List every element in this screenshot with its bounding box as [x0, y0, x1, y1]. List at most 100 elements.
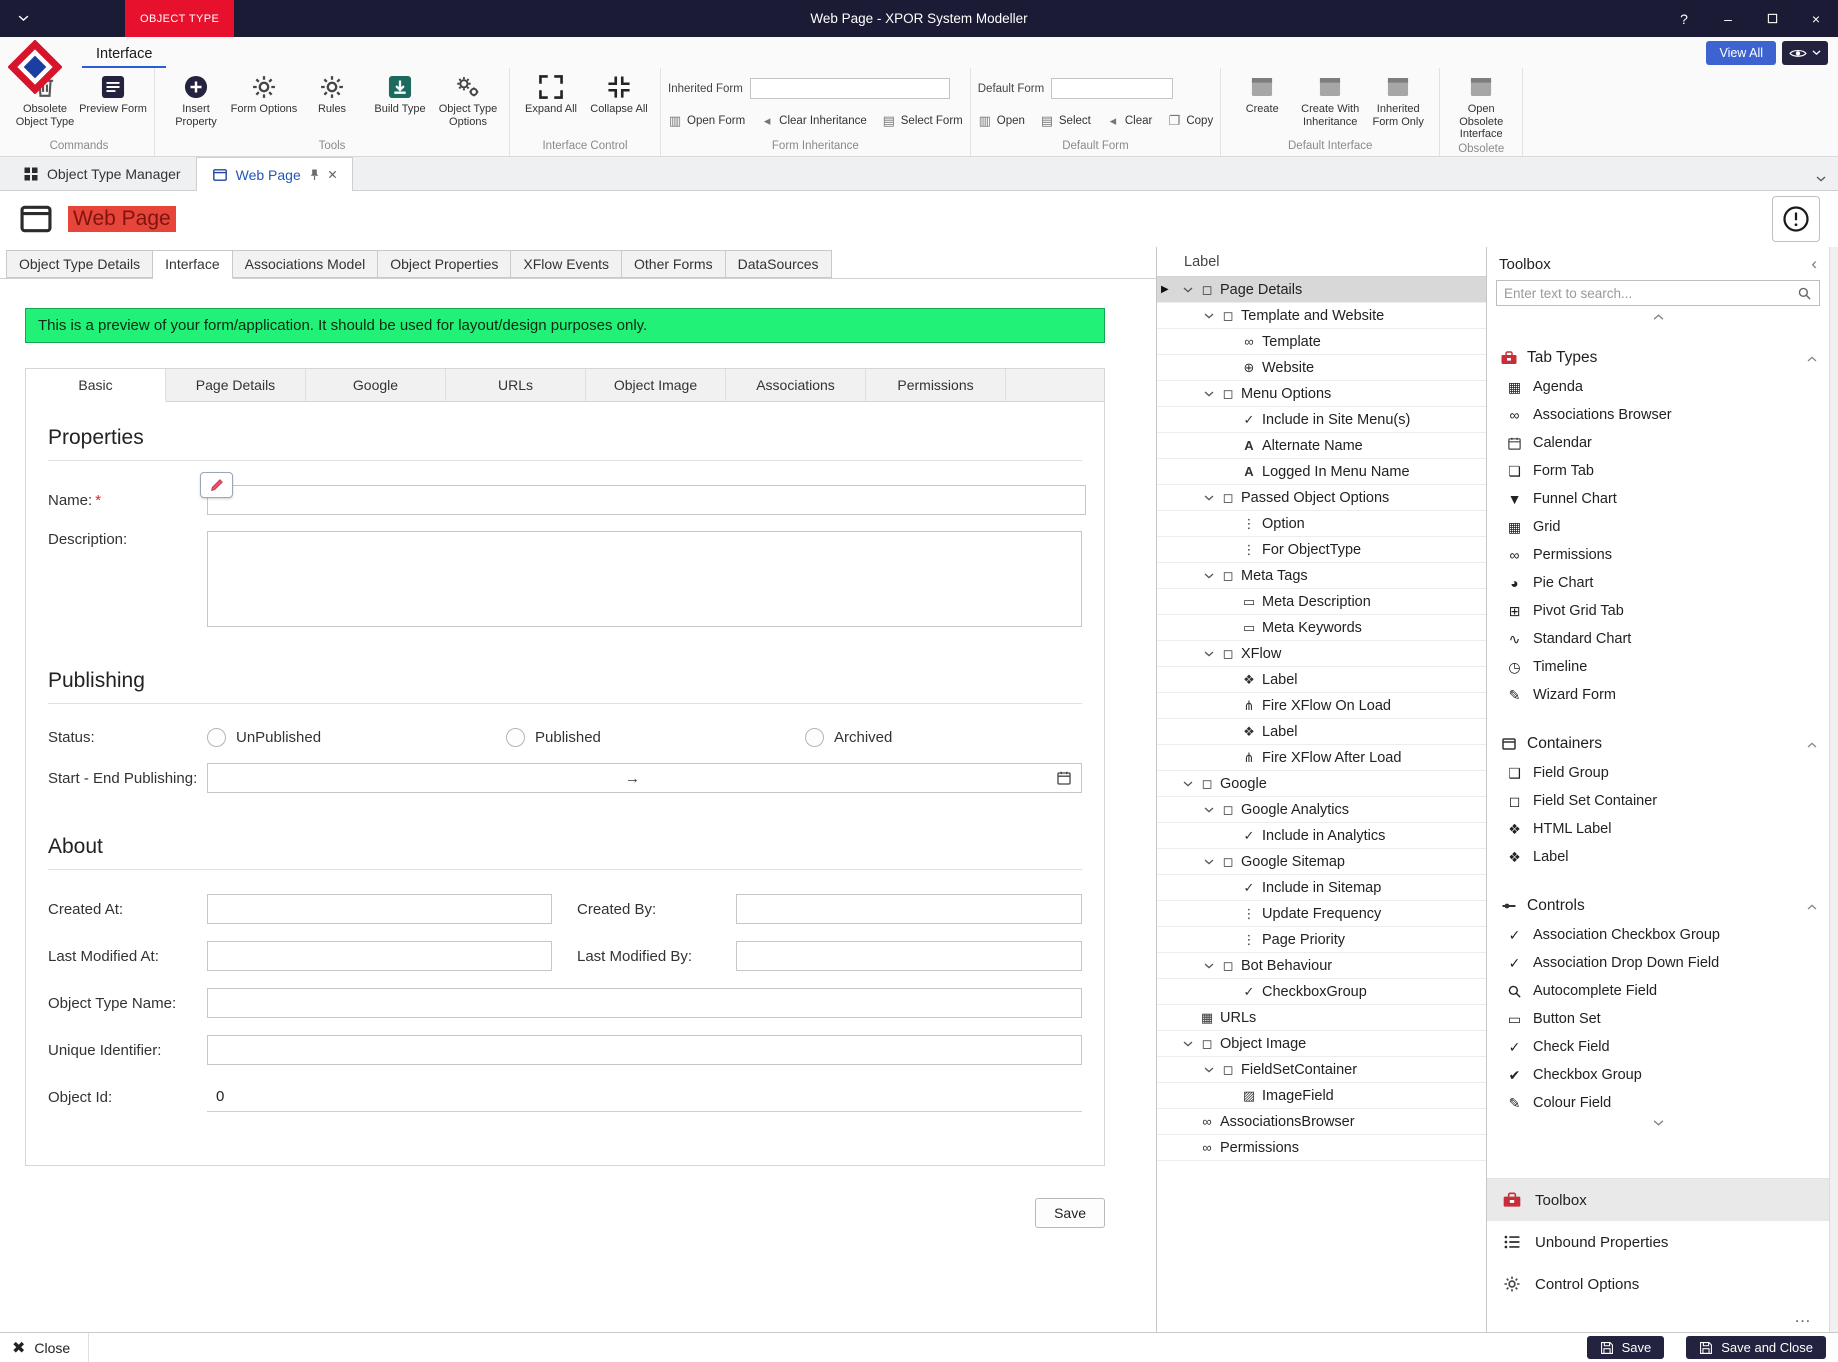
ribbon-tab-interface[interactable]: Interface: [82, 41, 166, 68]
document-tab-object-type-manager[interactable]: Object Type Manager: [8, 157, 196, 190]
ribbon-button-expand-all[interactable]: Expand All: [517, 71, 585, 138]
tab-xflow-events[interactable]: XFlow Events: [511, 250, 622, 278]
unique-identifier-input[interactable]: [207, 1035, 1082, 1065]
tree-row-google-sitemap[interactable]: ◻Google Sitemap: [1157, 849, 1486, 875]
radio-unpublished[interactable]: UnPublished: [207, 728, 506, 747]
toolbox-item-pie-chart[interactable]: ◕Pie Chart: [1487, 569, 1829, 597]
chevron-down-icon[interactable]: [1200, 807, 1218, 813]
tree-row-permissions[interactable]: ∞Permissions: [1157, 1135, 1486, 1161]
toolbox-section-header-tab-types[interactable]: Tab Types: [1487, 343, 1829, 373]
ribbon-button-select-form[interactable]: ▤Select Form: [882, 114, 963, 127]
chevron-down-icon[interactable]: [1200, 313, 1218, 319]
panel-switcher-control-options[interactable]: Control Options: [1487, 1263, 1829, 1305]
toolbox-item-association-checkbox-group[interactable]: ✓Association Checkbox Group: [1487, 921, 1829, 949]
toolbox-item-association-drop-down-field[interactable]: ✓Association Drop Down Field: [1487, 949, 1829, 977]
chevron-down-icon[interactable]: [1179, 287, 1197, 293]
validation-alert-button[interactable]: [1772, 196, 1820, 242]
toolbox-item-timeline[interactable]: ◷Timeline: [1487, 653, 1829, 681]
radio-published[interactable]: Published: [506, 728, 805, 747]
preview-tab-google[interactable]: Google: [306, 369, 446, 401]
radio-archived[interactable]: Archived: [805, 728, 1104, 747]
document-tab-web-page[interactable]: Web Page: [196, 157, 353, 191]
start-end-publishing-field[interactable]: →: [207, 763, 1082, 793]
name-input[interactable]: [207, 485, 1086, 515]
tree-row-meta-keywords[interactable]: ▭Meta Keywords: [1157, 615, 1486, 641]
preview-tab-page-details[interactable]: Page Details: [166, 369, 306, 401]
tree-row-label[interactable]: ❖Label: [1157, 667, 1486, 693]
start-date-input[interactable]: [217, 770, 617, 787]
save-and-close-button[interactable]: Save and Close: [1686, 1336, 1826, 1359]
help-button[interactable]: ?: [1662, 0, 1706, 37]
tree-row-include-in-sitemap[interactable]: ✓Include in Sitemap: [1157, 875, 1486, 901]
toolbox-item-colour-field[interactable]: ✎Colour Field: [1487, 1089, 1829, 1117]
last-modified-by-input[interactable]: [736, 941, 1082, 971]
tree-row-meta-tags[interactable]: ◻Meta Tags: [1157, 563, 1486, 589]
close-tab-icon[interactable]: [328, 170, 337, 179]
chevron-up-icon[interactable]: [1807, 897, 1817, 915]
tree-row-associationsbrowser[interactable]: ∞AssociationsBrowser: [1157, 1109, 1486, 1135]
ribbon-button-collapse-all[interactable]: Collapse All: [585, 71, 653, 138]
tree-row-passed-object-options[interactable]: ◻Passed Object Options: [1157, 485, 1486, 511]
tree-row-imagefield[interactable]: ▨ImageField: [1157, 1083, 1486, 1109]
tree-row-meta-description[interactable]: ▭Meta Description: [1157, 589, 1486, 615]
toolbox-item-field-set-container[interactable]: ◻Field Set Container: [1487, 787, 1829, 815]
tree-row-update-frequency[interactable]: ⋮Update Frequency: [1157, 901, 1486, 927]
tree-row-google-analytics[interactable]: ◻Google Analytics: [1157, 797, 1486, 823]
ribbon-button-clear[interactable]: ◂Clear: [1106, 114, 1152, 127]
toolbox-item-calendar[interactable]: Calendar: [1487, 429, 1829, 457]
ribbon-button-select[interactable]: ▤Select: [1040, 114, 1091, 127]
radio-circle-icon[interactable]: [207, 728, 226, 747]
tree-row-google[interactable]: ◻Google: [1157, 771, 1486, 797]
ribbon-button-create-with-inheritance[interactable]: Create With Inheritance: [1296, 71, 1364, 138]
tree-row-fire-xflow-after-load[interactable]: ⋔Fire XFlow After Load: [1157, 745, 1486, 771]
tree-row-template-and-website[interactable]: ◻Template and Website: [1157, 303, 1486, 329]
ribbon-button-open[interactable]: ▥Open: [978, 114, 1025, 127]
view-all-button[interactable]: View All: [1706, 41, 1776, 65]
chevron-down-icon[interactable]: [1200, 495, 1218, 501]
chevron-up-icon[interactable]: [1807, 735, 1817, 753]
tab-datasources[interactable]: DataSources: [726, 250, 832, 278]
tree-row-menu-options[interactable]: ◻Menu Options: [1157, 381, 1486, 407]
tree-row-template[interactable]: ∞Template: [1157, 329, 1486, 355]
toolbox-item-button-set[interactable]: ▭Button Set: [1487, 1005, 1829, 1033]
toolbox-item-agenda[interactable]: ▦Agenda: [1487, 373, 1829, 401]
edit-name-button[interactable]: [200, 472, 233, 498]
tree-row-page-details[interactable]: ▶◻Page Details: [1157, 277, 1486, 303]
radio-circle-icon[interactable]: [805, 728, 824, 747]
chevron-down-icon[interactable]: [1200, 391, 1218, 397]
toolbox-search[interactable]: [1496, 280, 1820, 306]
toolbox-item-wizard-form[interactable]: ✎Wizard Form: [1487, 681, 1829, 709]
tab-object-type-details[interactable]: Object Type Details: [6, 250, 153, 278]
close-button-footer[interactable]: ✖ Close: [0, 1333, 89, 1362]
overflow-dots[interactable]: …: [1487, 1305, 1829, 1332]
toolbox-item-html-label[interactable]: ❖HTML Label: [1487, 815, 1829, 843]
tree-row-option[interactable]: ⋮Option: [1157, 511, 1486, 537]
toolbox-search-input[interactable]: [1504, 286, 1797, 301]
tree-row-bot-behaviour[interactable]: ◻Bot Behaviour: [1157, 953, 1486, 979]
calendar-icon[interactable]: [1056, 770, 1072, 786]
panel-switcher-unbound-properties[interactable]: Unbound Properties: [1487, 1221, 1829, 1263]
object-type-name-input[interactable]: [207, 988, 1082, 1018]
ribbon-button-clear-inheritance[interactable]: ◂Clear Inheritance: [760, 114, 867, 127]
toolbox-item-checkbox-group[interactable]: ✔Checkbox Group: [1487, 1061, 1829, 1089]
toolbox-item-pivot-grid-tab[interactable]: ⊞Pivot Grid Tab: [1487, 597, 1829, 625]
quick-access-dropdown-icon[interactable]: [0, 15, 46, 22]
chevron-down-icon[interactable]: [1200, 651, 1218, 657]
toolbox-item-standard-chart[interactable]: ∿Standard Chart: [1487, 625, 1829, 653]
end-date-input[interactable]: [648, 770, 1048, 787]
tree-row-page-priority[interactable]: ⋮Page Priority: [1157, 927, 1486, 953]
toolbox-item-grid[interactable]: ▦Grid: [1487, 513, 1829, 541]
tab-object-properties[interactable]: Object Properties: [378, 250, 511, 278]
tree-column-header[interactable]: Label: [1157, 247, 1486, 277]
preview-tab-permissions[interactable]: Permissions: [866, 369, 1006, 401]
tab-other-forms[interactable]: Other Forms: [622, 250, 726, 278]
tree-row-for-objecttype[interactable]: ⋮For ObjectType: [1157, 537, 1486, 563]
toolbox-section-header-controls[interactable]: Controls: [1487, 891, 1829, 921]
doc-tabs-dropdown-icon[interactable]: [1816, 169, 1826, 187]
toolbox-item-check-field[interactable]: ✓Check Field: [1487, 1033, 1829, 1061]
tree-row-fire-xflow-on-load[interactable]: ⋔Fire XFlow On Load: [1157, 693, 1486, 719]
scroll-up-indicator[interactable]: [1487, 311, 1829, 323]
scroll-down-indicator[interactable]: [1487, 1117, 1829, 1129]
ribbon-button-inherited-form-only[interactable]: Inherited Form Only: [1364, 71, 1432, 138]
maximize-button[interactable]: [1750, 0, 1794, 37]
